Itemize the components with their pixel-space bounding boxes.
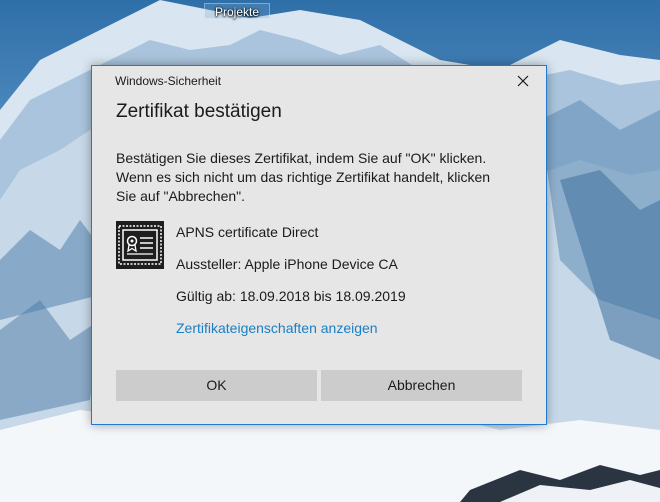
- close-button[interactable]: [514, 72, 532, 90]
- cancel-button[interactable]: Abbrechen: [321, 370, 522, 401]
- ok-button[interactable]: OK: [116, 370, 317, 401]
- message-line: Wenn es sich nicht um das richtige Zerti…: [116, 169, 491, 185]
- close-icon: [517, 75, 529, 87]
- dialog-heading: Zertifikat bestätigen: [116, 101, 282, 122]
- desktop-icon-label[interactable]: Projekte: [204, 3, 270, 19]
- dialog-titlebar[interactable]: Windows-Sicherheit: [92, 66, 546, 96]
- dialog-message: Bestätigen Sie dieses Zertifikat, indem …: [116, 149, 526, 206]
- certificate-issuer: Aussteller: Apple iPhone Device CA: [176, 256, 398, 272]
- certificate-confirmation-dialog: Windows-Sicherheit Zertifikat bestätigen…: [91, 65, 547, 425]
- certificate-name: APNS certificate Direct: [176, 224, 319, 240]
- certificate-validity: Gültig ab: 18.09.2018 bis 18.09.2019: [176, 288, 406, 304]
- message-line: Bestätigen Sie dieses Zertifikat, indem …: [116, 150, 487, 166]
- view-certificate-properties-link[interactable]: Zertifikateigenschaften anzeigen: [176, 320, 378, 336]
- message-line: Sie auf "Abbrechen".: [116, 188, 246, 204]
- window-title: Windows-Sicherheit: [115, 74, 222, 88]
- certificate-icon: [116, 221, 164, 269]
